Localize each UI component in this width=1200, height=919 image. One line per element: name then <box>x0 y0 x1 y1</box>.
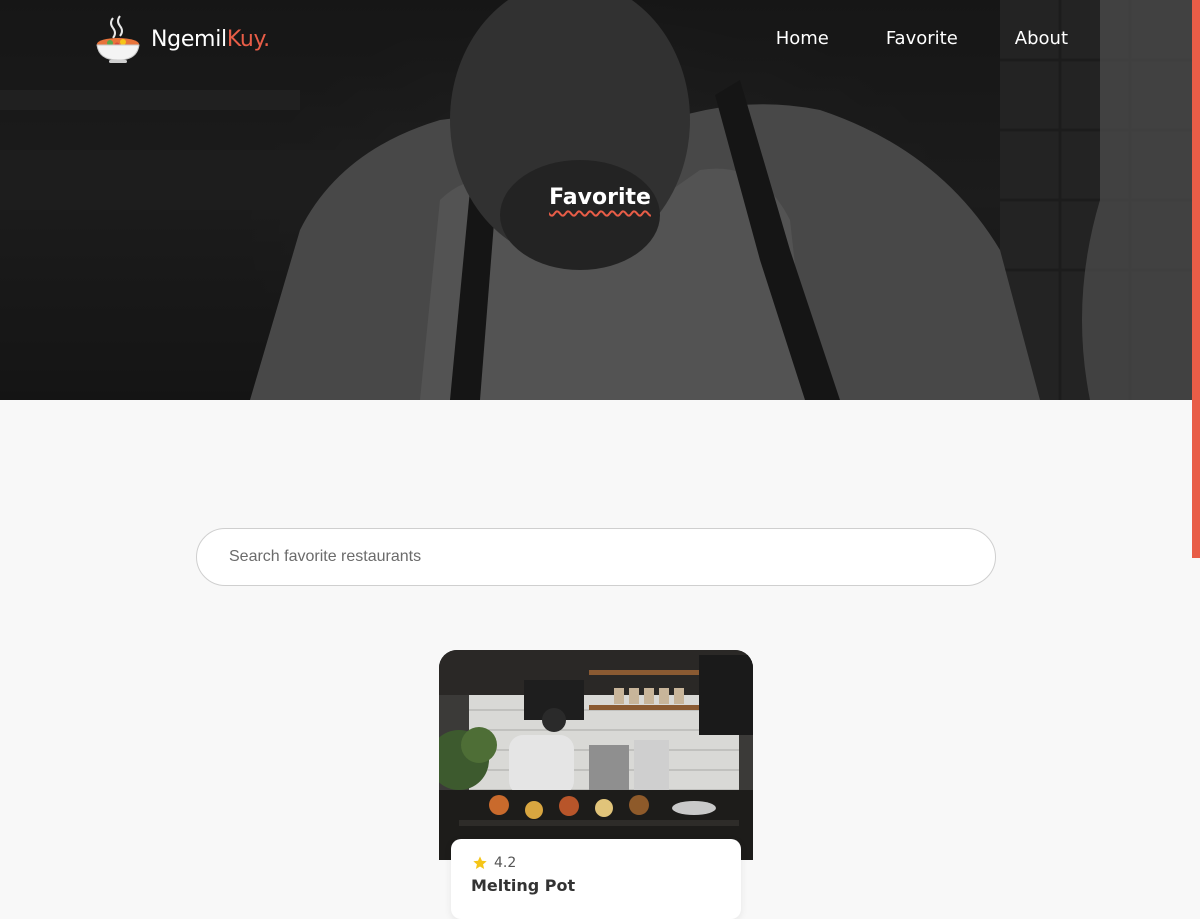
rating: 4.2 <box>472 855 516 871</box>
nav-item-favorite[interactable]: Favorite <box>886 28 958 49</box>
page-title: Favorite <box>549 185 651 210</box>
restaurant-card[interactable]: 4.2 Melting Pot <box>439 650 753 919</box>
scrollbar-thumb[interactable] <box>1192 0 1200 558</box>
nav-links: Home Favorite About <box>776 28 1068 49</box>
rating-value: 4.2 <box>494 855 517 871</box>
nav-item-home[interactable]: Home <box>776 28 829 49</box>
brand-name-accent: Kuy. <box>226 26 270 52</box>
brand-logo-link[interactable]: NgemilKuy. <box>95 14 270 64</box>
brand-name-main: Ngemil <box>151 26 227 52</box>
nav-item-about[interactable]: About <box>1015 28 1068 49</box>
restaurant-photo <box>439 650 753 860</box>
star-icon <box>473 856 487 869</box>
hero-banner: NgemilKuy. Home Favorite About Favorite <box>0 0 1200 400</box>
restaurant-info: 4.2 Melting Pot <box>451 839 741 919</box>
brand-name: NgemilKuy. <box>151 27 270 52</box>
navbar: NgemilKuy. Home Favorite About <box>0 0 1200 80</box>
restaurant-image <box>439 650 753 860</box>
food-bowl-icon <box>96 15 140 63</box>
restaurant-name[interactable]: Melting Pot <box>471 876 575 895</box>
search-input[interactable] <box>196 528 996 586</box>
